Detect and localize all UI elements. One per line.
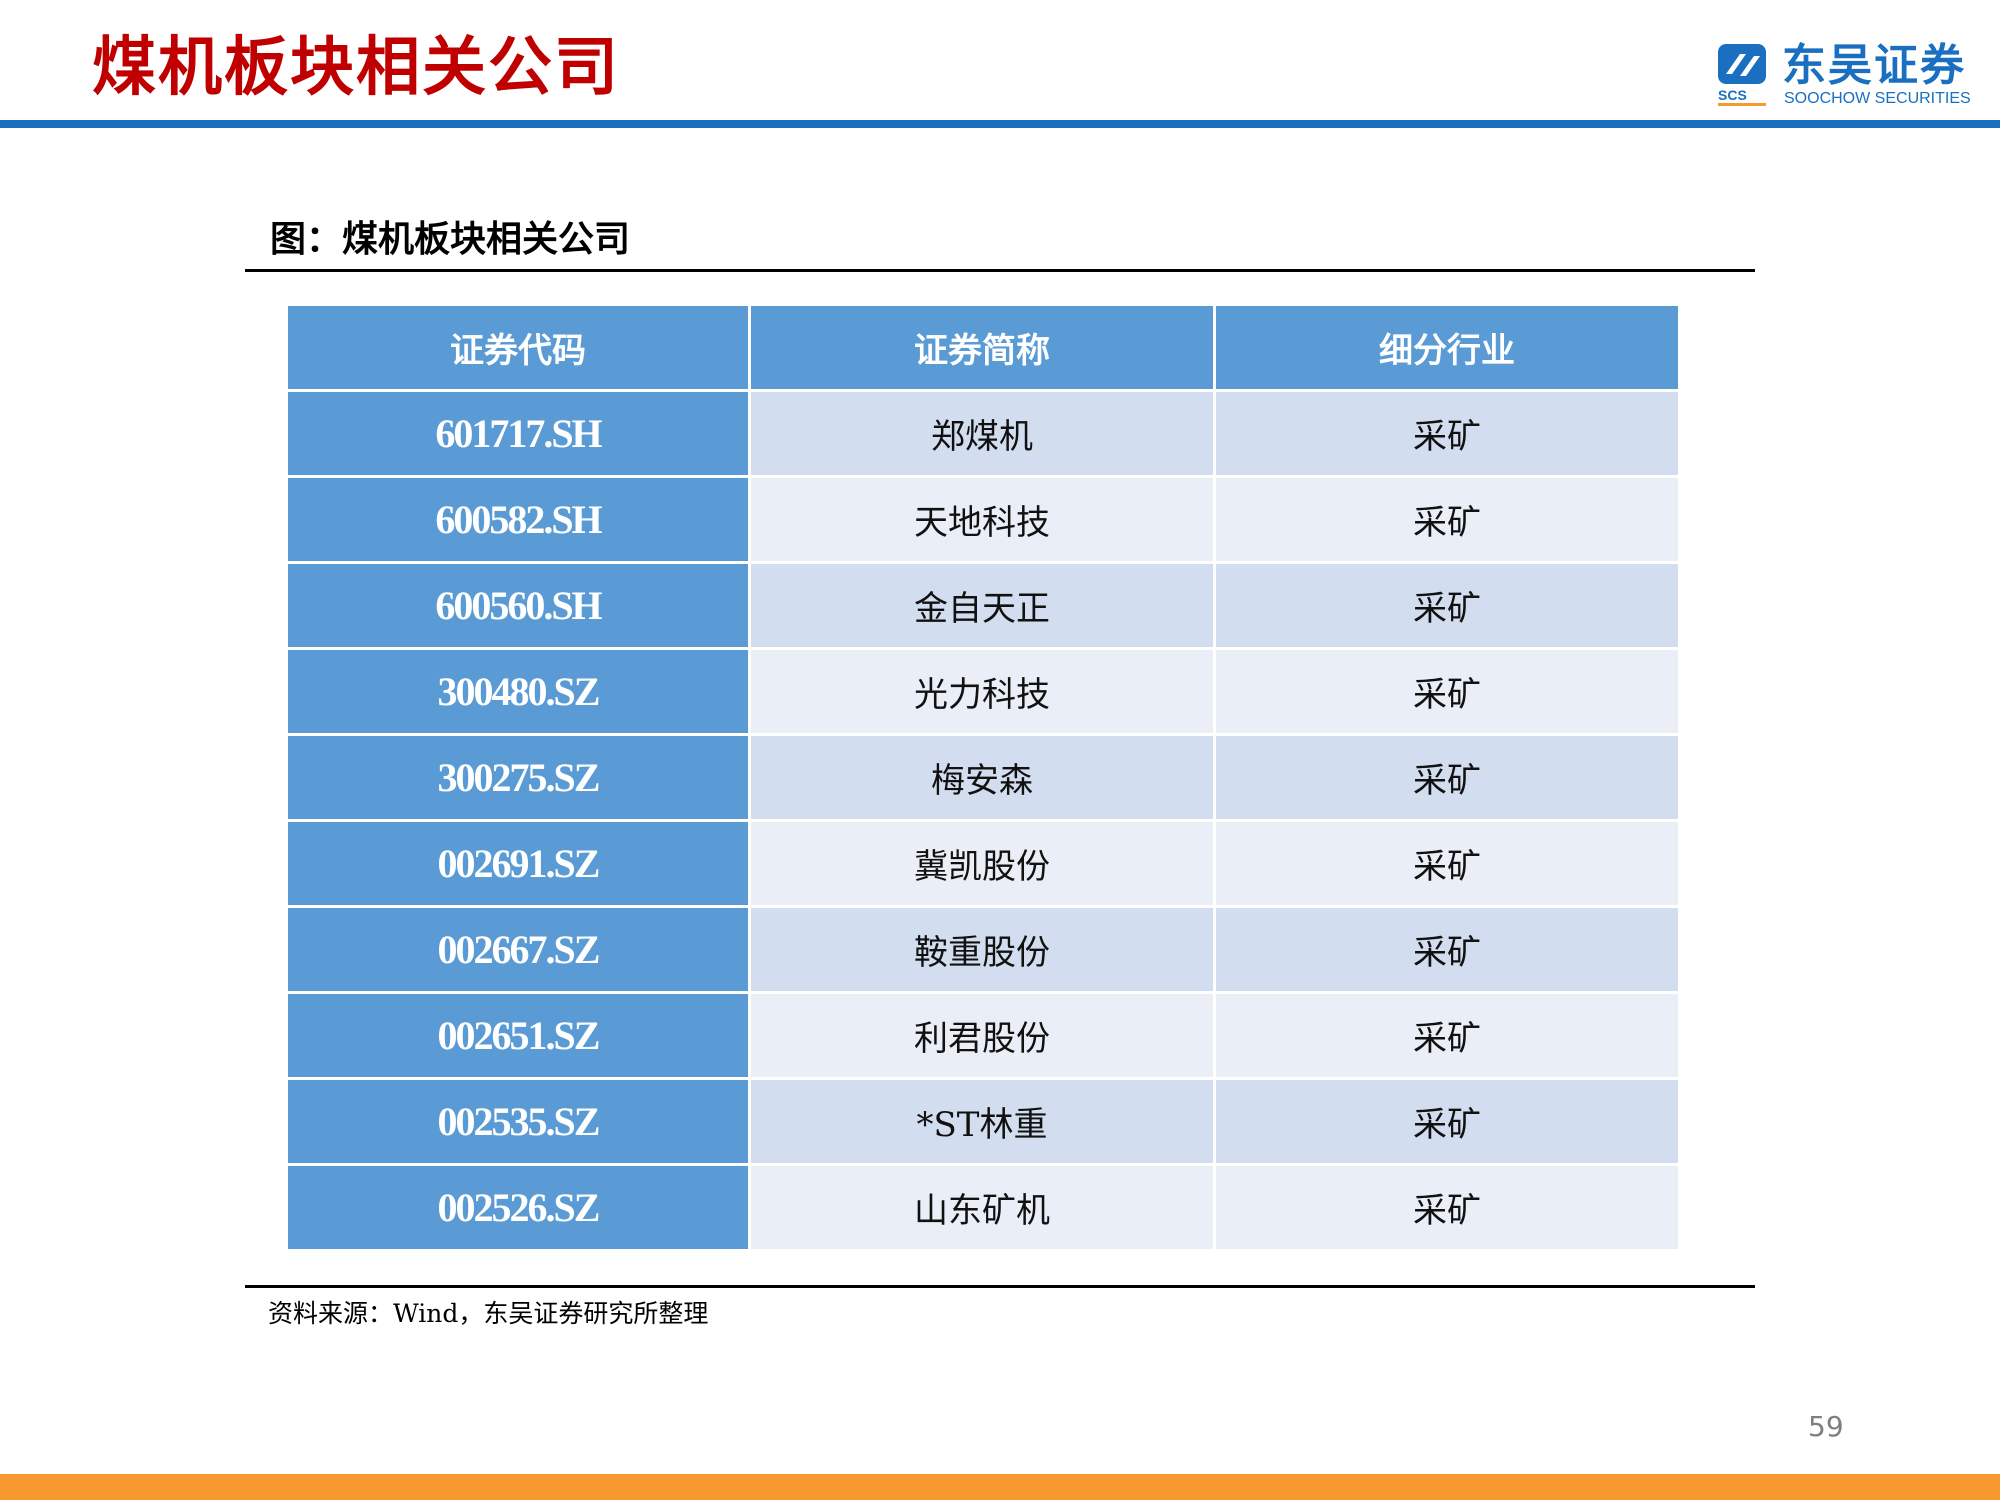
industry: 采矿 xyxy=(1216,908,1678,994)
header-security-code: 证券代码 xyxy=(288,306,751,392)
security-name: 梅安森 xyxy=(751,736,1216,822)
industry: 采矿 xyxy=(1216,1166,1678,1252)
logo-text-cn: 东吴证券 xyxy=(1782,40,1966,91)
security-code: 300480.SZ xyxy=(288,650,751,736)
page-title: 煤机板块相关公司 xyxy=(92,30,620,105)
logo-mark-icon: SCS xyxy=(1718,44,1766,106)
industry: 采矿 xyxy=(1216,392,1678,478)
industry: 采矿 xyxy=(1216,650,1678,736)
security-name: 利君股份 xyxy=(751,994,1216,1080)
industry: 采矿 xyxy=(1216,564,1678,650)
industry: 采矿 xyxy=(1216,1080,1678,1166)
security-name: 光力科技 xyxy=(751,650,1216,736)
figure-title: 图：煤机板块相关公司 xyxy=(270,218,631,260)
table-row: 002691.SZ 冀凯股份 采矿 xyxy=(288,822,1678,908)
table-row: 002526.SZ 山东矿机 采矿 xyxy=(288,1166,1678,1252)
security-name: 郑煤机 xyxy=(751,392,1216,478)
security-code: 002667.SZ xyxy=(288,908,751,994)
table-row: 601717.SH 郑煤机 采矿 xyxy=(288,392,1678,478)
table-row: 300480.SZ 光力科技 采矿 xyxy=(288,650,1678,736)
table-header-row: 证券代码 证券简称 细分行业 xyxy=(288,306,1678,392)
security-name: 冀凯股份 xyxy=(751,822,1216,908)
security-code: 002535.SZ xyxy=(288,1080,751,1166)
security-name: 金自天正 xyxy=(751,564,1216,650)
table-row: 002651.SZ 利君股份 采矿 xyxy=(288,994,1678,1080)
table-row: 600582.SH 天地科技 采矿 xyxy=(288,478,1678,564)
page-number: 59 xyxy=(1808,1410,1844,1443)
footer-bar xyxy=(0,1474,2000,1500)
security-name: 鞍重股份 xyxy=(751,908,1216,994)
security-code: 300275.SZ xyxy=(288,736,751,822)
security-code: 600582.SH xyxy=(288,478,751,564)
security-code: 601717.SH xyxy=(288,392,751,478)
industry: 采矿 xyxy=(1216,822,1678,908)
header-industry: 细分行业 xyxy=(1216,306,1678,392)
company-logo: SCS 东吴证券 SOOCHOW SECURITIES xyxy=(1716,42,1976,108)
header-security-name: 证券简称 xyxy=(751,306,1216,392)
figure-top-rule xyxy=(245,269,1755,272)
table-row: 300275.SZ 梅安森 采矿 xyxy=(288,736,1678,822)
security-code: 002691.SZ xyxy=(288,822,751,908)
source-note: 资料来源：Wind，东吴证券研究所整理 xyxy=(268,1299,709,1328)
figure-bottom-rule xyxy=(245,1285,1755,1288)
security-name: 天地科技 xyxy=(751,478,1216,564)
security-code: 002526.SZ xyxy=(288,1166,751,1252)
industry: 采矿 xyxy=(1216,478,1678,564)
company-table: 证券代码 证券简称 细分行业 601717.SH 郑煤机 采矿 600582.S… xyxy=(288,306,1678,1252)
industry: 采矿 xyxy=(1216,994,1678,1080)
security-name: *ST林重 xyxy=(751,1080,1216,1166)
logo-abbr: SCS xyxy=(1718,87,1747,103)
security-name: 山东矿机 xyxy=(751,1166,1216,1252)
industry: 采矿 xyxy=(1216,736,1678,822)
header-divider xyxy=(0,120,2000,128)
logo-text-en: SOOCHOW SECURITIES xyxy=(1784,90,1971,107)
security-code: 002651.SZ xyxy=(288,994,751,1080)
table-row: 002535.SZ *ST林重 采矿 xyxy=(288,1080,1678,1166)
table-row: 002667.SZ 鞍重股份 采矿 xyxy=(288,908,1678,994)
table-row: 600560.SH 金自天正 采矿 xyxy=(288,564,1678,650)
security-code: 600560.SH xyxy=(288,564,751,650)
